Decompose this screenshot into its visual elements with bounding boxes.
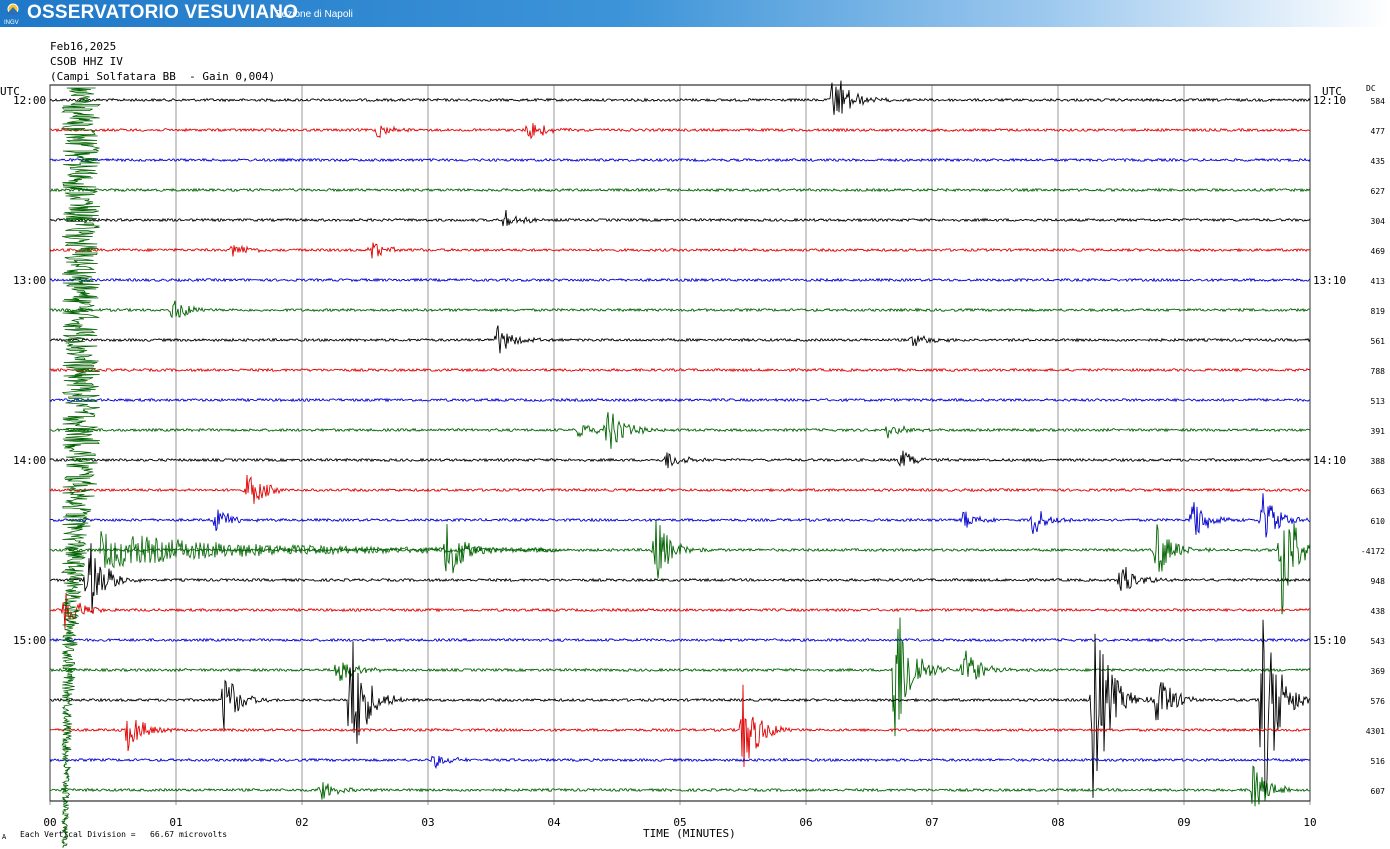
x-tick-03: 03 xyxy=(421,816,434,829)
dc-offset-9: 788 xyxy=(1371,367,1386,376)
footer-mark: A xyxy=(2,833,7,841)
x-tick-01: 01 xyxy=(169,816,182,829)
x-axis-title: TIME (MINUTES) xyxy=(643,827,736,840)
dc-offset-13: 663 xyxy=(1371,487,1386,496)
dc-offset-12: 388 xyxy=(1371,457,1386,466)
large-event-waveform xyxy=(60,87,101,848)
right-time-label: 12:10 xyxy=(1313,94,1346,107)
dc-offset-18: 543 xyxy=(1371,637,1386,646)
vertical-division-note: Each Vertical Division = 66.67 microvolt… xyxy=(20,830,228,839)
dc-offset-11: 391 xyxy=(1371,427,1386,436)
dc-offset-7: 819 xyxy=(1371,307,1386,316)
dc-offset-21: 4301 xyxy=(1366,727,1385,736)
x-tick-10: 10 xyxy=(1303,816,1316,829)
dc-offset-17: 438 xyxy=(1371,607,1386,616)
dc-offset-15: -4172 xyxy=(1361,547,1385,556)
x-tick-00: 00 xyxy=(43,816,56,829)
left-time-label: 12:00 xyxy=(13,94,46,107)
dc-offset-4: 304 xyxy=(1371,217,1386,226)
dc-offset-8: 561 xyxy=(1371,337,1386,346)
x-tick-09: 09 xyxy=(1177,816,1190,829)
seismogram-plot: 00 01 02 03 04 05 06 07 08 09 10584477435627304469… xyxy=(13,80,1386,848)
x-tick-06: 06 xyxy=(799,816,812,829)
dc-offset-10: 513 xyxy=(1371,397,1386,406)
x-tick-07: 07 xyxy=(925,816,938,829)
x-tick-02: 02 xyxy=(295,816,308,829)
dc-offset-19: 369 xyxy=(1371,667,1386,676)
right-time-label: 14:10 xyxy=(1313,454,1346,467)
dc-offset-3: 627 xyxy=(1371,187,1386,196)
left-time-label: 13:00 xyxy=(13,274,46,287)
dc-offset-6: 413 xyxy=(1371,277,1386,286)
dc-offset-0: 584 xyxy=(1371,97,1386,106)
dc-offset-5: 469 xyxy=(1371,247,1386,256)
right-time-label: 15:10 xyxy=(1313,634,1346,647)
x-tick-04: 04 xyxy=(547,816,561,829)
dc-offset-14: 610 xyxy=(1371,517,1386,526)
dc-offset-1: 477 xyxy=(1371,127,1386,136)
dc-offset-2: 435 xyxy=(1371,157,1386,166)
right-time-label: 13:10 xyxy=(1313,274,1346,287)
dc-offset-23: 607 xyxy=(1371,787,1386,796)
dc-offset-22: 516 xyxy=(1371,757,1386,766)
dc-offset-20: 576 xyxy=(1371,697,1386,706)
coda-waveform xyxy=(99,531,561,569)
x-tick-08: 08 xyxy=(1051,816,1064,829)
left-time-label: 15:00 xyxy=(13,634,46,647)
left-time-label: 14:00 xyxy=(13,454,46,467)
dc-offset-16: 948 xyxy=(1371,577,1386,586)
